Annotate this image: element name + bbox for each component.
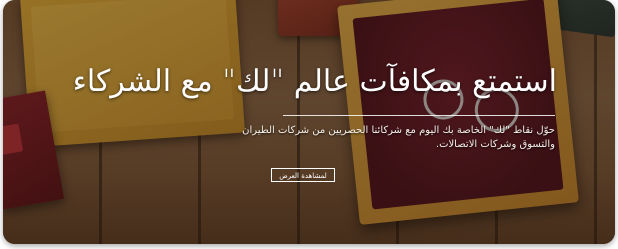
banner-subtext: حوّل نقاط "لك" الخاصة بك اليوم مع شركائن…	[242, 125, 555, 150]
promo-banner: استمتع بمكافآت عالم "لك" مع الشركاء حوّل…	[3, 0, 615, 244]
banner-headline: استمتع بمكافآت عالم "لك" مع الشركاء	[72, 64, 557, 99]
view-offer-button[interactable]: لمشاهدة العرض	[271, 168, 335, 182]
divider	[283, 115, 555, 116]
dark-overlay	[3, 0, 615, 244]
